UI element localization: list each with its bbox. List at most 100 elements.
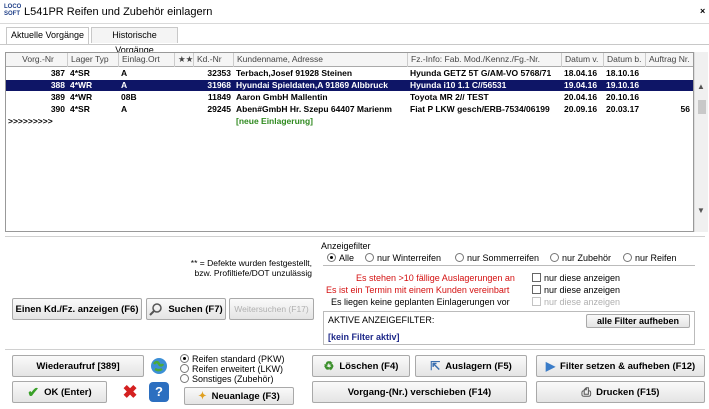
alert-due-retrievals: Es stehen >10 fällige Auslagerungen an xyxy=(356,273,515,283)
checkbox-due[interactable] xyxy=(532,273,541,282)
help-icon[interactable]: ? xyxy=(149,382,169,402)
move-button[interactable]: Vorgang-(Nr.) verschieben (F14) xyxy=(312,381,527,403)
close-icon[interactable]: × xyxy=(700,6,705,16)
table-row-new[interactable]: >>>>>>>>> [neue Einlagerung] xyxy=(6,116,693,127)
ok-button[interactable]: ✔ OK (Enter) xyxy=(12,381,107,403)
cell-vorg: 389 xyxy=(50,92,65,102)
new-entry-button[interactable]: ✦ Neuanlage (F3) xyxy=(184,387,294,405)
print-button[interactable]: ⎙ Drucken (F15) xyxy=(536,381,705,403)
scroll-thumb[interactable] xyxy=(698,100,706,114)
cell-fz: Hyunda GETZ 5T G/AM-VO 5768/71 xyxy=(410,68,552,78)
table-row[interactable]: 390 4*SR A 29245 Aben#GmbH Hr. Szepu 644… xyxy=(6,104,693,115)
active-filter-value: [kein Filter aktiv] xyxy=(328,332,400,342)
scroll-up-icon[interactable]: ▲ xyxy=(697,82,705,91)
column-header[interactable]: Lager Typ xyxy=(68,53,119,67)
cell-name: Aben#GmbH Hr. Szepu 64407 Marienm xyxy=(236,104,392,114)
checkbox-appointment[interactable] xyxy=(532,285,541,294)
table-row[interactable]: 389 4*WR 08B 11849 Aaron GmbH Mallentin … xyxy=(6,92,693,103)
cell-name: Hyundai Spieldaten,A 91869 Albbruck xyxy=(236,80,388,90)
delete-button[interactable]: ♻ Löschen (F4) xyxy=(312,355,410,377)
cancel-x-icon[interactable]: ✖ xyxy=(121,383,139,401)
radio-reifen[interactable] xyxy=(623,253,632,262)
cell-typ: 4*SR xyxy=(70,68,90,78)
radio-pkw[interactable] xyxy=(180,354,189,363)
cell-datum-b: 20.10.16 xyxy=(606,92,640,102)
radio-zubehoer[interactable] xyxy=(550,253,559,262)
ok-label: OK (Enter) xyxy=(44,386,92,398)
bottom-divider xyxy=(5,349,705,350)
radio-lkw[interactable] xyxy=(180,364,189,373)
column-header[interactable]: Datum b. xyxy=(604,53,646,67)
cell-typ: 4*SR xyxy=(70,104,90,114)
cell-ort: 08B xyxy=(121,92,137,102)
column-header[interactable]: Kundenname, Adresse xyxy=(234,53,408,67)
filter-option-label: nur Zubehör xyxy=(562,253,612,263)
scroll-down-icon[interactable]: ▼ xyxy=(697,206,705,215)
column-header[interactable]: Kd.-Nr xyxy=(194,53,234,67)
only-these-1[interactable]: nur diese anzeigen xyxy=(532,273,620,283)
tire-option-sonstiges[interactable]: Sonstiges (Zubehör) xyxy=(180,374,285,384)
search-button[interactable]: Suchen (F7) xyxy=(146,298,226,320)
alert-appointment: Es ist ein Termin mit einem Kunden verei… xyxy=(326,285,510,295)
show-customer-button[interactable]: Einen Kd./Fz. anzeigen (F6) xyxy=(12,298,142,320)
filter-option-zubehoer[interactable]: nur Zubehör xyxy=(550,253,611,263)
globe-icon[interactable] xyxy=(149,356,169,376)
filter-divider xyxy=(323,265,695,266)
tab-divider xyxy=(0,44,709,45)
column-header[interactable]: Auftrag Nr. xyxy=(646,53,693,67)
search-icon xyxy=(149,303,163,316)
table-scrollbar[interactable]: ▲ ▼ xyxy=(694,52,708,232)
defect-hint-line2: bzw. Profiltiefe/DOT unzulässig xyxy=(194,268,312,278)
defect-hint: ** = Defekte wurden festgestellt, bzw. P… xyxy=(130,258,312,278)
reset-filters-button[interactable]: alle Filter aufheben xyxy=(586,314,690,328)
cell-auftrag xyxy=(646,80,693,91)
set-filter-button[interactable]: ▶ Filter setzen & aufheben (F12) xyxy=(536,355,705,377)
tire-option-lkw[interactable]: Reifen erweitert (LKW) xyxy=(180,364,285,374)
new-entry-label: Neuanlage (F3) xyxy=(211,390,280,402)
cell-datum-v: 20.04.16 xyxy=(564,92,598,102)
cell-datum-v: 20.09.16 xyxy=(564,104,598,114)
only-these-label: nur diese anzeigen xyxy=(544,297,621,307)
tire-type-group[interactable]: Reifen standard (PKW) Reifen erweitert (… xyxy=(180,354,285,384)
tab-historische-vorgaenge[interactable]: Historische Vorgänge xyxy=(91,27,178,55)
table-row-selected[interactable]: 388 4*WR A 31968 Hyundai Spieldaten,A 91… xyxy=(6,80,693,91)
table-header: Vorg.-Nr Lager Typ Einlag.Ort ★★ Kd.-Nr … xyxy=(6,53,693,67)
column-header[interactable]: Vorg.-Nr xyxy=(6,53,68,67)
cell-vorg: 388 xyxy=(50,80,65,90)
search-next-button: Weitersuchen (F17) xyxy=(229,298,314,320)
filter-option-reifen[interactable]: nur Reifen xyxy=(623,253,677,263)
only-these-label: nur diese anzeigen xyxy=(544,285,621,295)
filter-option-sommer[interactable]: nur Sommerreifen xyxy=(455,253,539,263)
filter-option-alle[interactable]: Alle xyxy=(327,253,354,263)
radio-winter[interactable] xyxy=(365,253,374,262)
show-customer-label: Einen Kd./Fz. anzeigen (F6) xyxy=(15,303,139,315)
table-row[interactable]: 387 4*SR A 32353 Terbach,Josef 91928 Ste… xyxy=(6,68,693,79)
column-header[interactable]: ★★ xyxy=(175,53,194,67)
cell-fz: Hyunda i10 1.1 C//56531 xyxy=(410,80,507,90)
recall-button[interactable]: Wiederaufruf [389] xyxy=(12,355,144,377)
column-header[interactable]: Fz.-Info: Fab. Mod./Kennz./Fg.-Nr. xyxy=(408,53,562,67)
radio-alle[interactable] xyxy=(327,253,336,262)
vorgaenge-table[interactable]: Vorg.-Nr Lager Typ Einlag.Ort ★★ Kd.-Nr … xyxy=(5,52,694,232)
active-filter-box: AKTIVE ANZEIGEFILTER: [kein Filter aktiv… xyxy=(323,311,695,345)
radio-sommer[interactable] xyxy=(455,253,464,262)
column-header[interactable]: Einlag.Ort xyxy=(119,53,175,67)
retrieve-label: Auslagern (F5) xyxy=(445,360,512,372)
only-these-3: nur diese anzeigen xyxy=(532,297,620,307)
cell-datum-v: 19.04.16 xyxy=(564,80,598,90)
tab-aktuelle-vorgaenge[interactable]: Aktuelle Vorgänge xyxy=(6,27,89,44)
cell-kd: 31968 xyxy=(207,80,231,90)
tire-option-pkw[interactable]: Reifen standard (PKW) xyxy=(180,354,285,364)
printer-icon: ⎙ xyxy=(581,384,592,399)
cell-ort: A xyxy=(121,68,128,78)
filter-option-winter[interactable]: nur Winterreifen xyxy=(365,253,441,263)
column-header[interactable]: Datum v. xyxy=(562,53,604,67)
new-entry-label[interactable]: [neue Einlagerung] xyxy=(234,116,408,127)
new-row-marker: >>>>>>>>> xyxy=(8,116,53,126)
radio-sonstiges[interactable] xyxy=(180,374,189,383)
cell-datum-b: 19.10.16 xyxy=(606,80,640,90)
only-these-2[interactable]: nur diese anzeigen xyxy=(532,285,620,295)
checkmark-icon: ✔ xyxy=(27,383,40,400)
cell-name: Aaron GmbH Mallentin xyxy=(236,92,328,102)
retrieve-button[interactable]: ⇱ Auslagern (F5) xyxy=(415,355,527,377)
